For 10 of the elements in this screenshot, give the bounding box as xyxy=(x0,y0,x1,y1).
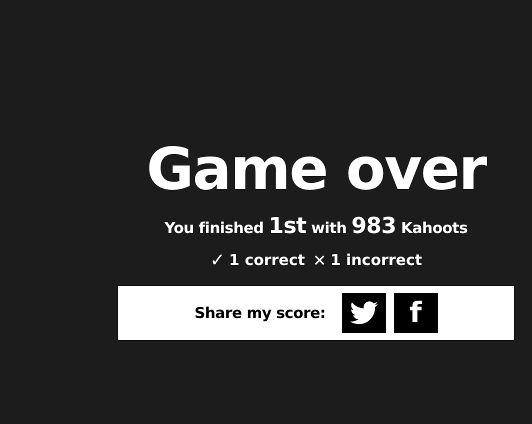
result-text: 1 incorrect xyxy=(330,250,422,272)
cross-icon: ✕ xyxy=(312,248,326,272)
bird-icon xyxy=(350,301,378,325)
check-icon: ✓ xyxy=(210,247,226,274)
summary-text: You finished 1st with 983 Kahoots xyxy=(164,213,468,241)
result-text: 1 correct xyxy=(229,250,305,272)
facebook-button[interactable]: f xyxy=(394,293,438,333)
game-over-title: Game over xyxy=(146,140,486,198)
share-label: Share my score: xyxy=(194,302,326,324)
bird-button[interactable] xyxy=(342,293,386,333)
